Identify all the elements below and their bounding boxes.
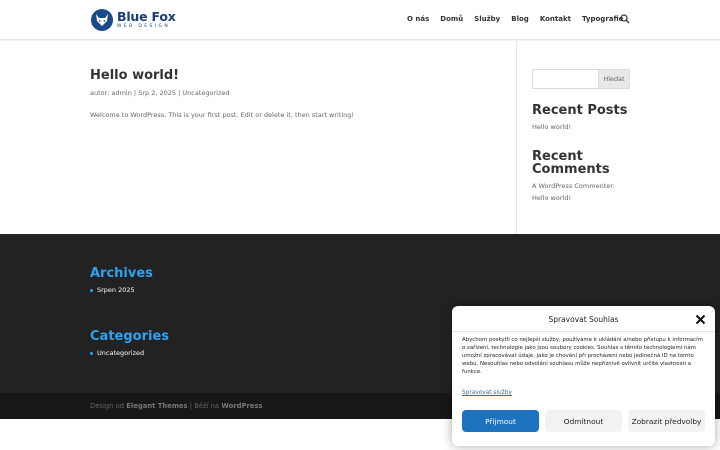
archives-heading: Archives: [90, 266, 153, 281]
deny-button[interactable]: Odmítnout: [545, 410, 622, 432]
nav-item-sluzby[interactable]: Služby: [474, 15, 500, 23]
recent-comments-heading-line2: Comments: [532, 162, 610, 177]
categories-heading: Categories: [90, 329, 170, 344]
bullet-icon: [90, 288, 93, 292]
site-logo[interactable]: Blue Fox WEB DESIGN: [91, 8, 176, 32]
sidebar-divider: [516, 41, 517, 234]
comment-post-link[interactable]: Hello world!: [532, 194, 571, 202]
comment-author-link[interactable]: A WordPress Commenter:: [532, 182, 615, 190]
meta-author-prefix: autor:: [90, 89, 110, 97]
nav-item-kontakt[interactable]: Kontakt: [540, 15, 571, 23]
meta-separator: |: [133, 89, 137, 97]
footer-credits: Design od Elegant Themes | Běží na WordP…: [90, 402, 263, 410]
accept-button[interactable]: Přijmout: [462, 410, 539, 432]
search-icon[interactable]: [620, 14, 630, 24]
nav-item-blog[interactable]: Blog: [511, 15, 529, 23]
post-meta: autor: admin | Srp 2, 2025 | Uncategoriz…: [90, 89, 229, 97]
credits-wordpress-link[interactable]: WordPress: [221, 402, 262, 410]
sidebar-search: Hledat: [532, 69, 630, 89]
recent-posts-heading: Recent Posts: [532, 103, 628, 118]
consent-divider: [452, 331, 715, 332]
nav-item-o-nas[interactable]: O nás: [407, 15, 429, 23]
consent-description: Abychom poskytli co nejlepší služby, pou…: [462, 337, 703, 376]
bullet-icon: [90, 351, 93, 355]
archive-item[interactable]: Srpen 2025: [90, 286, 135, 294]
category-item[interactable]: Uncategorized: [90, 349, 144, 357]
nav-item-domu[interactable]: Domů: [440, 15, 463, 23]
post-title[interactable]: Hello world!: [90, 68, 179, 83]
view-preferences-button[interactable]: Zobrazit předvolby: [628, 410, 705, 432]
manage-services-link[interactable]: Spravovat služby: [462, 390, 512, 396]
meta-category-link[interactable]: Uncategorized: [182, 89, 229, 97]
meta-author-link[interactable]: admin: [111, 89, 131, 97]
site-header: Blue Fox WEB DESIGN O nás Domů Služby Bl…: [0, 0, 720, 40]
fox-logo-icon: [91, 9, 113, 31]
main-content: Hello world! autor: admin | Srp 2, 2025 …: [0, 41, 720, 234]
consent-title: Spravovat Souhlas: [548, 315, 619, 324]
cookie-consent-dialog: Spravovat Souhlas Abychom poskytli co ne…: [452, 306, 715, 446]
meta-separator: |: [178, 89, 181, 97]
logo-name: Blue Fox: [117, 9, 176, 24]
search-input[interactable]: [532, 69, 598, 89]
nav-item-typografie[interactable]: Typografie: [582, 15, 623, 23]
search-button[interactable]: Hledat: [598, 69, 630, 89]
meta-date: Srp 2, 2025: [138, 89, 177, 97]
archive-item-label: Srpen 2025: [97, 286, 135, 294]
close-icon[interactable]: [695, 314, 706, 325]
recent-post-link[interactable]: Hello world!: [532, 123, 571, 131]
post-excerpt: Welcome to WordPress. This is your first…: [90, 111, 355, 119]
main-nav: O nás Domů Služby Blog Kontakt Typografi…: [407, 15, 634, 23]
logo-tagline: WEB DESIGN: [117, 23, 171, 29]
credits-theme-link[interactable]: Elegant Themes: [126, 402, 187, 410]
category-item-label: Uncategorized: [97, 349, 145, 357]
